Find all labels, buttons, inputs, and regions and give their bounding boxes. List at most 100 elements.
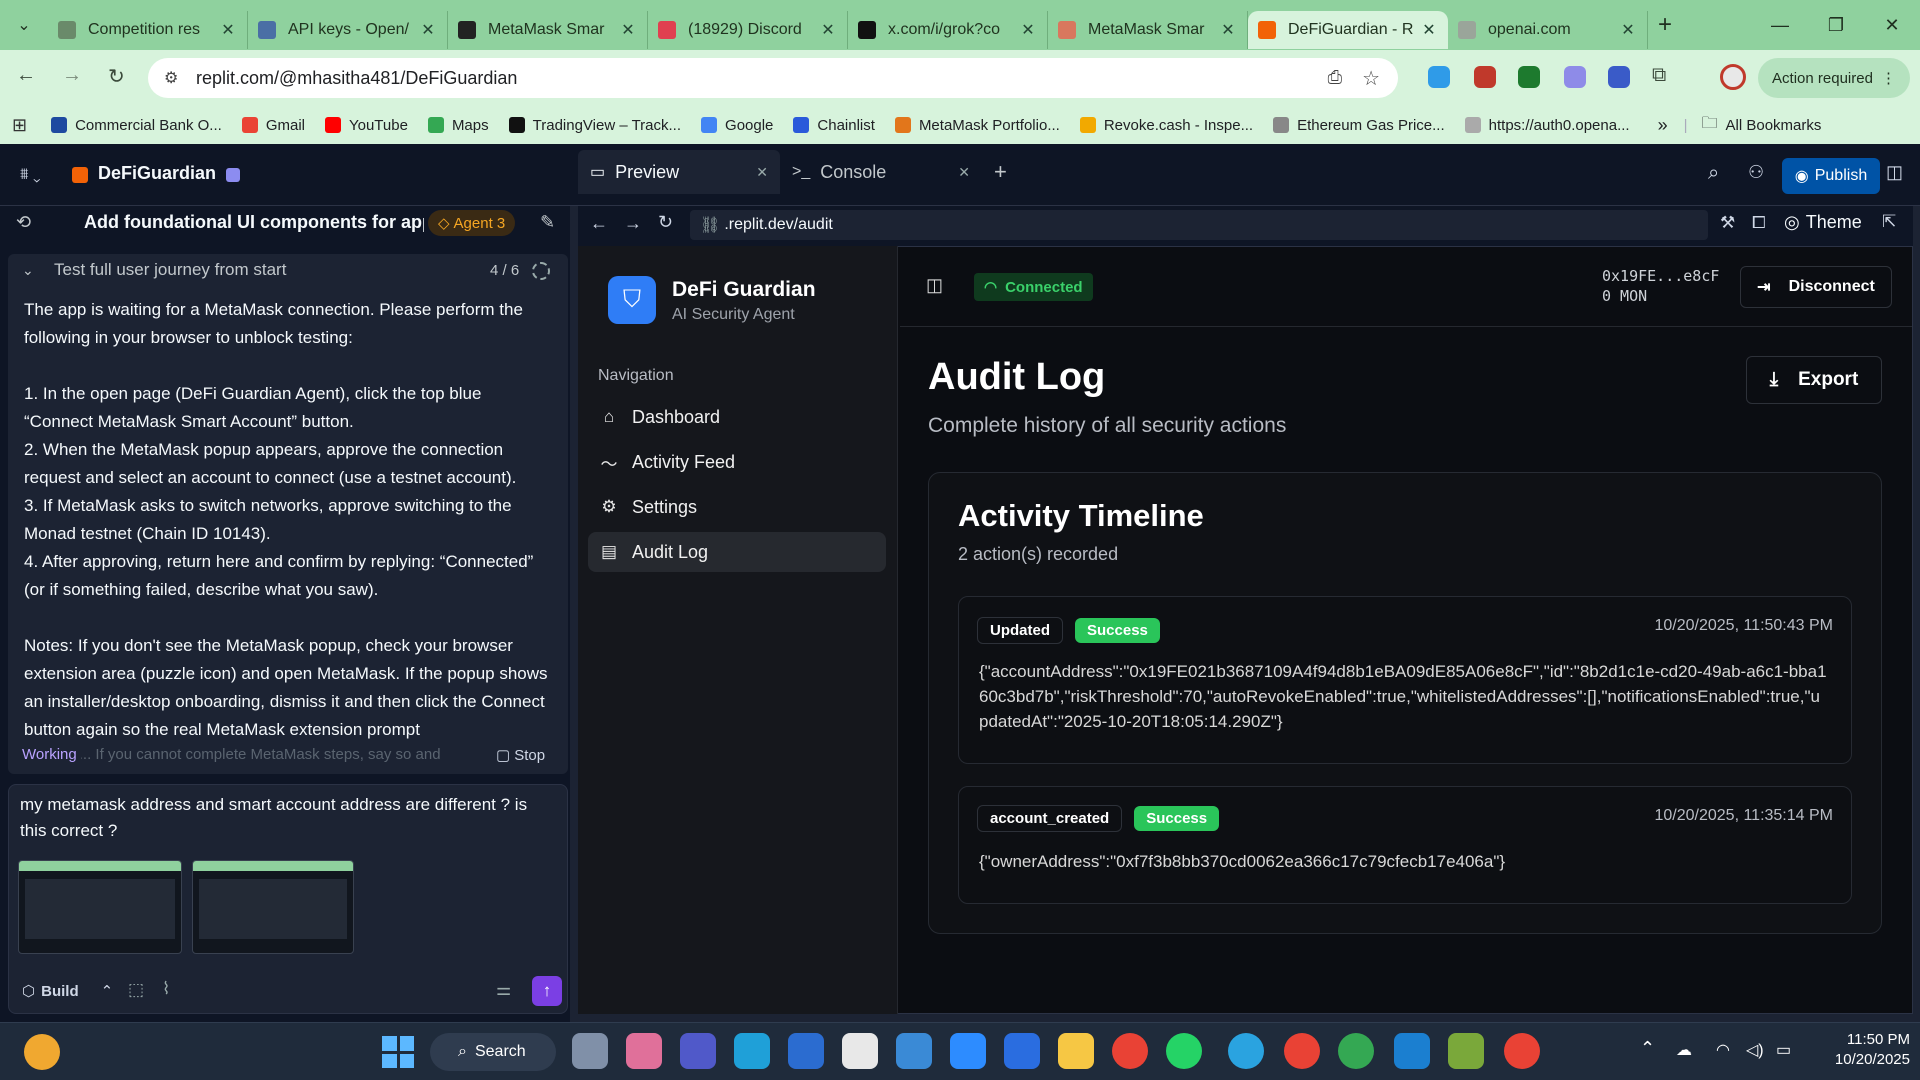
action-required-button[interactable]: Action required ⋮: [1758, 58, 1910, 98]
bookmark-item[interactable]: MetaMask Portfolio...: [894, 117, 1060, 134]
publish-button[interactable]: ◉ Publish: [1782, 158, 1880, 194]
close-tab-icon[interactable]: ✕: [219, 20, 237, 40]
preview-forward-icon[interactable]: →: [624, 213, 642, 234]
disconnect-button[interactable]: ⇥ Disconnect: [1740, 266, 1892, 308]
bookmark-item[interactable]: Ethereum Gas Price...: [1273, 117, 1445, 134]
whatsapp-icon[interactable]: [1166, 1033, 1202, 1069]
close-tab-icon[interactable]: ✕: [1219, 20, 1237, 40]
build-mode-selector[interactable]: ⬡ Build ⌃: [22, 978, 113, 1004]
send-button[interactable]: ↑: [532, 976, 562, 1006]
close-tab-icon[interactable]: ✕: [819, 20, 837, 40]
bookmark-item[interactable]: TradingView – Track...: [508, 117, 681, 134]
tray-chevron-icon[interactable]: ⌃: [1640, 1038, 1655, 1059]
close-tab-icon[interactable]: ✕: [756, 164, 768, 181]
extension-icon[interactable]: [1428, 66, 1450, 88]
replit-menu-icon[interactable]: ⩩ ⌄: [20, 166, 41, 184]
project-name[interactable]: DeFiGuardian: [98, 163, 216, 184]
close-tab-icon[interactable]: ✕: [958, 164, 970, 181]
export-button[interactable]: ⤓ Export: [1746, 356, 1882, 404]
tab-console[interactable]: >_ Console ✕: [780, 150, 982, 194]
browser-tab[interactable]: MetaMask Smar ✕: [448, 11, 648, 49]
taskbar-search[interactable]: ⌕ Search: [430, 1033, 556, 1071]
bookmark-item[interactable]: Maps: [427, 117, 489, 134]
file-explorer-icon[interactable]: [1058, 1033, 1094, 1069]
teams-icon[interactable]: [680, 1033, 716, 1069]
windows-start-icon[interactable]: [382, 1036, 414, 1068]
address-bar[interactable]: ⚙ replit.com/@mhasitha481/DeFiGuardian ⎙…: [148, 58, 1398, 98]
bookmark-item[interactable]: YouTube: [324, 117, 408, 134]
profile-avatar[interactable]: [1720, 64, 1746, 90]
bookmark-item[interactable]: Commercial Bank O...: [51, 117, 222, 134]
more-menu-icon[interactable]: ⋮: [1881, 69, 1896, 87]
app-icon[interactable]: [788, 1033, 824, 1069]
edge-icon[interactable]: [734, 1033, 770, 1069]
chat-input-text[interactable]: my metamask address and smart account ad…: [20, 792, 550, 844]
sidebar-toggle-icon[interactable]: ◫: [926, 275, 943, 296]
bookmark-item[interactable]: Revoke.cash - Inspe...: [1079, 117, 1253, 134]
bookmark-item[interactable]: https://auth0.opena...: [1464, 117, 1630, 134]
add-tab-button[interactable]: +: [982, 150, 1019, 194]
checkpoint-title[interactable]: Test full user journey from start: [54, 260, 286, 280]
onedrive-icon[interactable]: ☁: [1676, 1040, 1692, 1060]
task-view-icon[interactable]: [572, 1033, 608, 1069]
browser-tab[interactable]: (18929) Discord ✕: [648, 11, 848, 49]
app-icon[interactable]: [1004, 1033, 1040, 1069]
collapse-chevron-icon[interactable]: ⌄: [22, 262, 34, 279]
attachment-thumbnail[interactable]: [18, 860, 182, 954]
forward-icon[interactable]: →: [62, 64, 82, 87]
minimize-icon[interactable]: —: [1752, 15, 1808, 36]
photos-icon[interactable]: [896, 1033, 932, 1069]
app-icon[interactable]: [1448, 1033, 1484, 1069]
preview-url-field[interactable]: ⛓ .replit.dev/audit: [690, 210, 1708, 240]
device-icon[interactable]: ⧠: [1752, 213, 1766, 233]
browser-tab[interactable]: MetaMask Smar ✕: [1048, 11, 1248, 49]
theme-button[interactable]: ◎ Theme: [1784, 212, 1862, 233]
preview-back-icon[interactable]: ←: [590, 213, 608, 234]
browser-tab[interactable]: DeFiGuardian - R ✕: [1248, 11, 1448, 49]
invite-user-icon[interactable]: ⚇: [1748, 162, 1764, 183]
apps-grid-icon[interactable]: ⊞: [12, 115, 27, 136]
nav-dashboard[interactable]: ⌂ Dashboard: [588, 397, 886, 437]
browser-tab[interactable]: openai.com ✕: [1448, 11, 1648, 49]
chrome-icon[interactable]: [1284, 1033, 1320, 1069]
preview-reload-icon[interactable]: ↻: [658, 212, 673, 233]
close-tab-icon[interactable]: ✕: [1019, 20, 1037, 40]
weather-icon[interactable]: [24, 1034, 60, 1070]
nav-settings[interactable]: ⚙ Settings: [588, 487, 886, 527]
close-tab-icon[interactable]: ✕: [1619, 20, 1637, 40]
bookmark-item[interactable]: Gmail: [241, 117, 305, 134]
tab-preview[interactable]: ▭ Preview ✕: [578, 150, 780, 194]
close-window-icon[interactable]: ✕: [1864, 15, 1920, 36]
volume-icon[interactable]: ◁): [1746, 1040, 1764, 1060]
extension-icon[interactable]: [1474, 66, 1496, 88]
attachment-thumbnail[interactable]: [192, 860, 354, 954]
attach-icon[interactable]: ⌇: [162, 979, 170, 999]
extension-icon[interactable]: [1608, 66, 1630, 88]
site-info-icon[interactable]: ⚙: [164, 68, 178, 88]
install-app-icon[interactable]: ⎙: [1328, 67, 1342, 88]
bookmark-item[interactable]: Chainlist: [793, 117, 875, 134]
chrome-icon[interactable]: [1504, 1033, 1540, 1069]
store-icon[interactable]: [842, 1033, 878, 1069]
back-icon[interactable]: ←: [16, 64, 36, 87]
new-chat-icon[interactable]: ✎: [540, 212, 555, 233]
browser-tab[interactable]: API keys - Open/ ✕: [248, 11, 448, 49]
close-tab-icon[interactable]: ✕: [619, 20, 637, 40]
open-new-tab-icon[interactable]: ⇱: [1882, 212, 1896, 232]
extension-icon[interactable]: [1564, 66, 1586, 88]
browser-tab[interactable]: x.com/i/grok?co ✕: [848, 11, 1048, 49]
history-icon[interactable]: ⟲: [16, 212, 31, 233]
search-icon[interactable]: ⌕: [1708, 162, 1719, 185]
nav-activity-feed[interactable]: 〜 Activity Feed: [588, 442, 886, 482]
tab-search-chevron-icon[interactable]: ⌄: [0, 15, 48, 35]
settings-sliders-icon[interactable]: ⚌: [496, 980, 511, 1000]
bookmark-item[interactable]: Google: [701, 117, 773, 134]
reload-icon[interactable]: ↻: [108, 64, 125, 89]
new-tab-button[interactable]: +: [1648, 11, 1682, 39]
bookmark-star-icon[interactable]: ☆: [1362, 66, 1380, 91]
restore-icon[interactable]: ❐: [1808, 15, 1864, 36]
more-bookmarks-icon[interactable]: »: [1658, 115, 1668, 136]
clock[interactable]: 11:50 PM 10/20/2025: [1810, 1030, 1910, 1070]
devtools-wrench-icon[interactable]: ⚒: [1720, 213, 1735, 233]
all-bookmarks-link[interactable]: All Bookmarks: [1726, 117, 1822, 134]
